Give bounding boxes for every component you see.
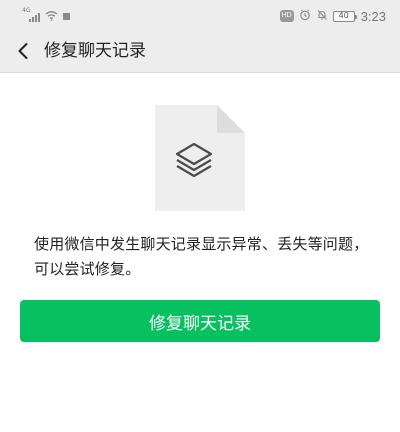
- signal-strength-icon: 4G: [22, 7, 40, 22]
- back-button[interactable]: [10, 38, 36, 64]
- main-content: 使用微信中发生聊天记录显示异常、丢失等问题，可以尝试修复。 修复聊天记录: [0, 73, 400, 432]
- document-stack-icon: [155, 105, 245, 211]
- network-type-label: 4G: [22, 7, 31, 14]
- header-bar: 修复聊天记录: [0, 32, 400, 72]
- status-bar: 4G HD 40 3:23: [0, 0, 400, 32]
- page-title: 修复聊天记录: [44, 41, 146, 61]
- repair-chat-history-button[interactable]: 修复聊天记录: [20, 300, 380, 342]
- alarm-clock-icon: [299, 9, 311, 23]
- status-right: HD 40 3:23: [279, 6, 386, 26]
- status-time: 3:23: [360, 8, 386, 24]
- hd-icon: HD: [279, 10, 294, 22]
- battery-icon: 40: [332, 10, 357, 22]
- notification-square-icon: [63, 12, 70, 20]
- repair-description: 使用微信中发生聊天记录显示异常、丢失等问题，可以尝试修复。: [34, 235, 369, 278]
- phone-screen: 4G HD 40 3:23 修复聊天记录 使用微信中发生聊天记录显示异常、丢失等…: [0, 0, 400, 432]
- wifi-icon: [45, 10, 58, 23]
- chevron-left-icon: [18, 43, 28, 59]
- battery-level-text: 40: [338, 11, 349, 20]
- muted-bell-icon: [316, 9, 328, 23]
- status-left: 4G: [22, 7, 70, 25]
